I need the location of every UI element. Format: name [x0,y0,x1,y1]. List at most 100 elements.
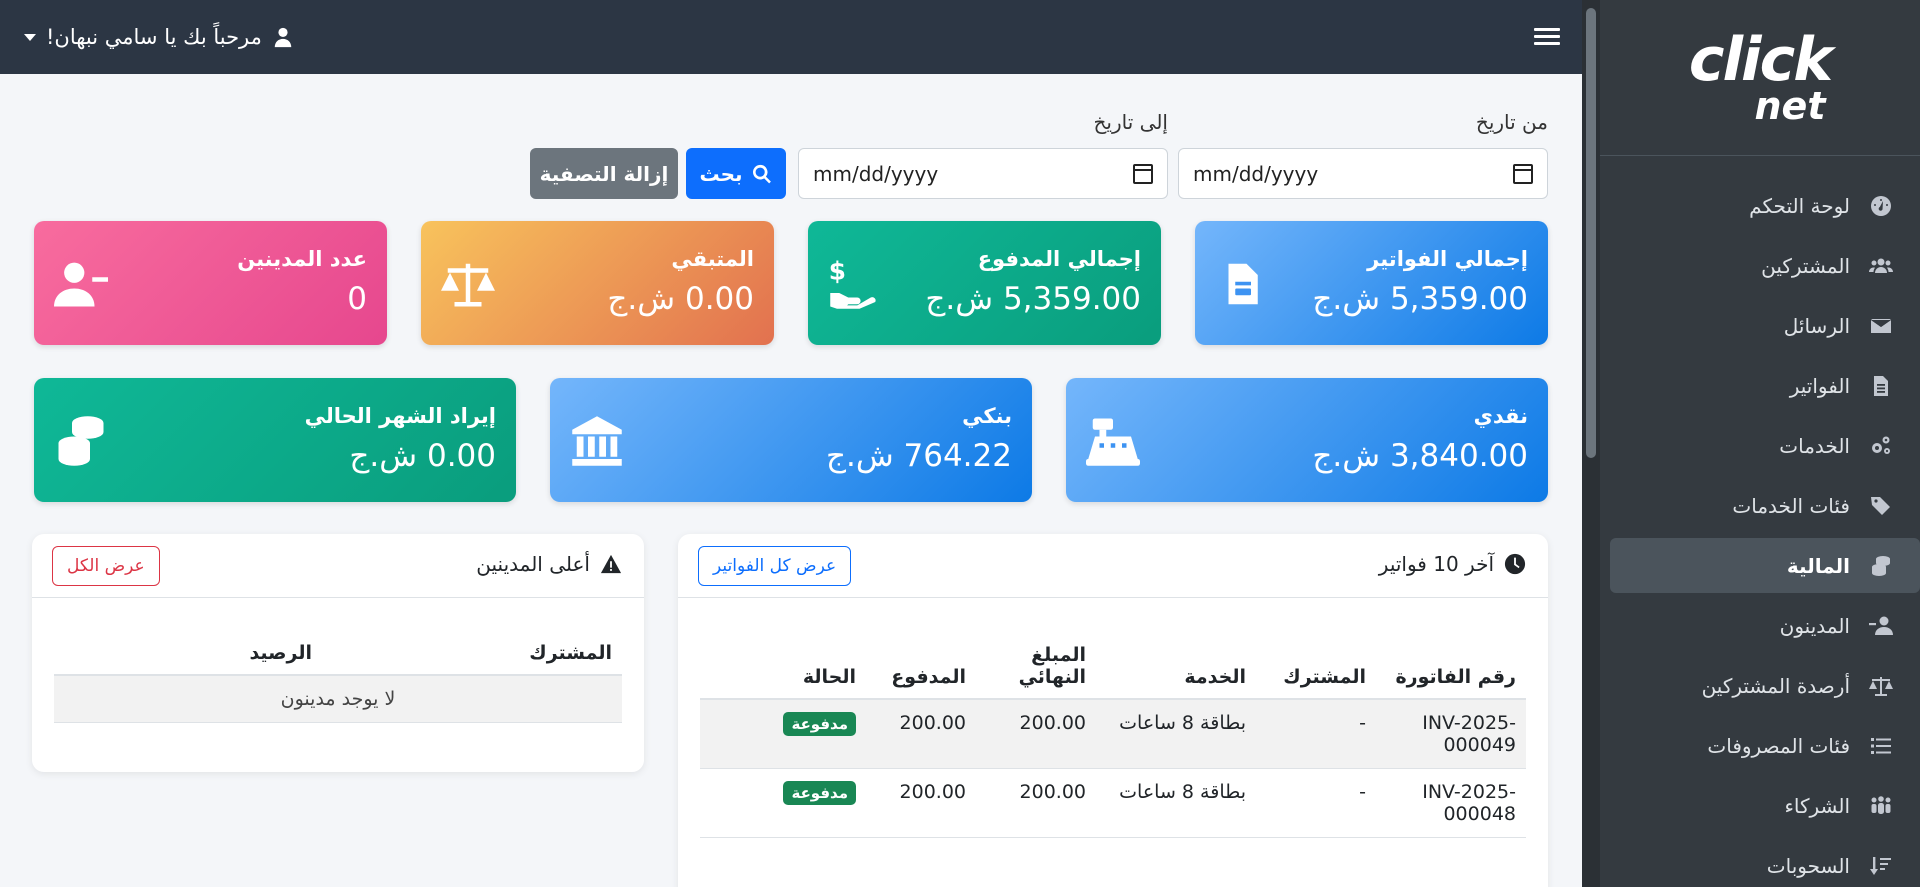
hand-holding-dollar-icon: $ [828,257,882,311]
stat-label: إجمالي المدفوع [977,247,1141,271]
invoice-subscriber: - [1256,699,1376,769]
invoice-service: بطاقة 8 ساعات [1096,699,1256,769]
sidebar-item-label: الفواتير [1789,373,1850,398]
invoice-number[interactable]: INV-2025-000048 [1376,768,1526,838]
stat-label: إيراد الشهر الحالي [304,404,496,428]
search-icon [752,164,771,183]
stat-card-current-month-income: إيراد الشهر الحالي 0.00 ش.ج [34,378,516,502]
stat-value: 0 [347,281,367,317]
invoice-final-amount: 200.00 [976,699,1096,769]
latest-invoices-title: آخر 10 فواتير [1378,552,1494,576]
sidebar-item-label: فئات المصروفات [1707,733,1850,758]
gears-icon [1864,434,1898,458]
search-button-label: بحث [699,161,743,186]
stat-card-cash: نقدي 3,840.00 ش.ج [1066,378,1548,502]
latest-invoices-table: رقم الفاتورة المشترك الخدمة المبلغ النها… [700,634,1526,838]
view-all-debtors-button[interactable]: عرض الكل [52,546,160,586]
column-header[interactable]: الحالة [700,634,866,700]
sidebar-item-expense-categories[interactable]: فئات المصروفات [1610,718,1920,773]
brand-logo-top: click [1688,24,1833,95]
clear-filter-button[interactable]: إزالة التصفية [530,148,678,199]
from-date-input[interactable]: mm/dd/yyyy [1178,148,1548,199]
chevron-down-icon [24,33,36,41]
invoice-number[interactable]: INV-2025-000049 [1376,699,1526,769]
column-header[interactable]: الرصيد [54,632,322,676]
debtors-table-wrapper: المشترك الرصيد لا يوجد مدينون [32,598,644,723]
calendar-icon[interactable] [1513,163,1533,184]
hamburger-line [1534,28,1560,31]
status-badge: مدفوعة [783,712,856,736]
sidebar-item-subscriber-balances[interactable]: أرصدة المشتركين [1610,658,1920,713]
stat-label: إجمالي الفواتير [1367,247,1528,271]
welcome-text: مرحباً بك يا سامي نبهان! [46,25,262,49]
invoice-subscriber: - [1256,768,1376,838]
scale-icon [441,257,495,311]
to-date-input[interactable]: mm/dd/yyyy [798,148,1168,199]
brand-logo: click net [1688,24,1833,125]
sidebar-scrollbar-thumb[interactable] [1586,8,1596,458]
sidebar-item-services[interactable]: الخدمات [1610,418,1920,473]
table-header-row: المشترك الرصيد [54,632,622,676]
sidebar-item-label: لوحة التحكم [1749,193,1850,218]
card-header: أعلى المدينين عرض الكل [32,534,644,598]
sidebar-nav: لوحة التحكم المشتركين الرسائل الفواتير ا… [1600,178,1920,887]
column-header[interactable]: المبلغ النهائي [976,634,1096,700]
sidebar-item-partners[interactable]: الشركاء [1610,778,1920,833]
user-menu-dropdown[interactable]: مرحباً بك يا سامي نبهان! [24,20,294,54]
to-date-placeholder: mm/dd/yyyy [813,161,939,186]
search-button[interactable]: بحث [686,148,786,199]
stat-value: 0.00 ش.ج [349,438,496,474]
from-date-label: من تاريخ [1475,110,1548,134]
tags-icon [1864,494,1898,518]
cash-register-icon [1086,414,1140,468]
sidebar-item-withdrawals[interactable]: السحوبات [1610,838,1920,887]
sidebar-item-dashboard[interactable]: لوحة التحكم [1610,178,1920,233]
calendar-icon[interactable] [1133,163,1153,184]
column-header[interactable]: الخدمة [1096,634,1256,700]
column-header[interactable]: المشترك [1256,634,1376,700]
table-header-row: رقم الفاتورة المشترك الخدمة المبلغ النها… [700,634,1526,700]
user-icon [274,27,292,48]
sidebar-scrollbar[interactable] [1582,0,1600,887]
sidebar-item-subscribers[interactable]: المشتركين [1610,238,1920,293]
sidebar-item-messages[interactable]: الرسائل [1610,298,1920,353]
top-debtors-table: المشترك الرصيد لا يوجد مدينون [54,632,622,723]
from-date-placeholder: mm/dd/yyyy [1193,161,1319,186]
card-header: آخر 10 فواتير عرض كل الفواتير [678,534,1548,598]
invoice-file-icon [1864,374,1898,398]
list-icon [1864,734,1898,758]
sidebar-item-label: الرسائل [1783,313,1850,338]
envelope-icon [1864,314,1898,338]
stat-label: عدد المدينين [237,247,367,271]
sidebar-item-finance[interactable]: المالية [1610,538,1920,593]
coins-icon [1864,554,1898,578]
invoice-paid-amount: 200.00 [866,768,976,838]
sidebar-item-debtors[interactable]: المدينون [1610,598,1920,653]
scale-icon [1864,674,1898,698]
stat-label: المتبقي [671,247,754,271]
brand[interactable]: click net [1600,0,1920,156]
column-header[interactable]: رقم الفاتورة [1376,634,1526,700]
table-row: لا يوجد مدينون [54,675,622,723]
sidebar-toggle-button[interactable] [1534,24,1560,50]
invoices-table-wrapper: رقم الفاتورة المشترك الخدمة المبلغ النها… [678,598,1548,838]
table-row[interactable]: INV-2025-000049 - بطاقة 8 ساعات 200.00 2… [700,699,1526,769]
table-row[interactable]: INV-2025-000048 - بطاقة 8 ساعات 200.00 2… [700,768,1526,838]
invoice-file-icon [1215,257,1269,311]
column-header[interactable]: المشترك [322,632,622,676]
sidebar-item-label: المالية [1786,553,1850,578]
empty-message: لا يوجد مدينون [54,675,622,723]
sort-down-icon [1864,854,1898,878]
stat-card-remaining: المتبقي 0.00 ش.ج [421,221,774,345]
stat-value: 764.22 ش.ج [825,438,1012,474]
stat-label: نقدي [1473,404,1528,428]
sidebar-item-invoices[interactable]: الفواتير [1610,358,1920,413]
to-date-label: إلى تاريخ [1093,110,1168,134]
column-header[interactable]: المدفوع [866,634,976,700]
stat-card-bank: بنكي 764.22 ش.ج [550,378,1032,502]
invoice-final-amount: 200.00 [976,768,1096,838]
sidebar-item-service-categories[interactable]: فئات الخدمات [1610,478,1920,533]
stat-value: 3,840.00 ش.ج [1312,438,1528,474]
status-badge: مدفوعة [783,781,856,805]
view-all-invoices-button[interactable]: عرض كل الفواتير [698,546,852,586]
